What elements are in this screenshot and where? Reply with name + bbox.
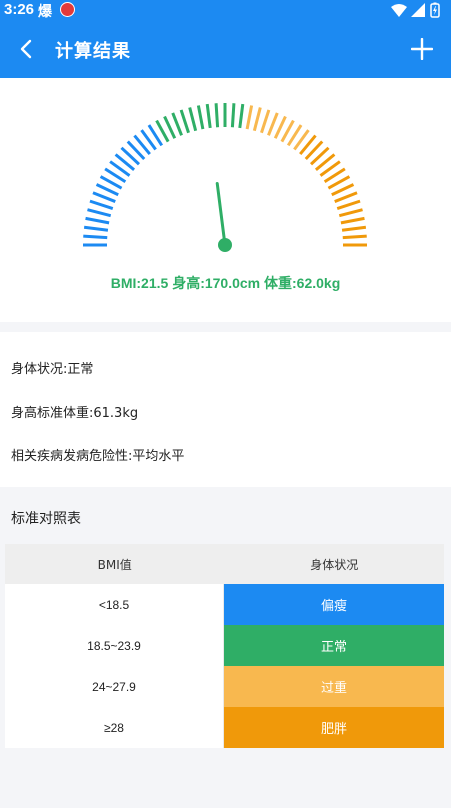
table-row: 18.5~23.9 正常: [5, 625, 444, 666]
gauge-tick: [83, 225, 109, 232]
gauge-needle: [215, 181, 227, 247]
gauge-tick: [334, 191, 358, 203]
gauge-tick: [340, 216, 365, 225]
app-bar: 计算结果: [0, 20, 451, 78]
header-status: 身体状况: [310, 557, 359, 572]
gauge-tick: [336, 199, 361, 210]
plus-icon: [411, 38, 433, 60]
signal-icon: [411, 3, 425, 17]
result-info-card: 身体状况:正常 身高标准体重:61.3kg 相关疾病发病危险性:平均水平: [0, 332, 451, 487]
bmi-range-cell: <18.5: [5, 584, 224, 625]
status-time: 3:26: [4, 1, 35, 18]
gauge-tick: [338, 208, 363, 218]
gauge-tick: [230, 103, 236, 128]
page-title: 计算结果: [55, 41, 131, 62]
header-bmi: BMI值: [97, 557, 132, 572]
gauge-tick: [238, 103, 245, 129]
reference-table-title: 标准对照表: [11, 511, 81, 527]
gauge-tick: [83, 234, 108, 240]
reference-table: BMI值 身体状况 <18.5 偏瘦 18.5~23.9 正常 24~27.9 …: [5, 544, 444, 748]
notification-badge-icon: [60, 2, 75, 17]
gauge-tick: [85, 216, 110, 225]
bmi-gauge-card: BMI:21.5 身高:170.0cm 体重:62.0kg: [0, 78, 451, 322]
gauge-ticks: [83, 103, 367, 247]
add-button[interactable]: [401, 28, 443, 70]
gauge-tick: [342, 234, 367, 240]
battery-icon: [430, 2, 440, 18]
table-header: BMI值 身体状况: [5, 544, 444, 584]
status-cell: 正常: [224, 625, 444, 666]
gauge-tick: [87, 208, 112, 218]
status-cell: 偏瘦: [224, 584, 444, 625]
gauge-tick: [92, 191, 116, 203]
bmi-range-cell: 24~27.9: [5, 666, 224, 707]
table-row: 24~27.9 过重: [5, 666, 444, 707]
gauge-tick: [341, 225, 367, 232]
body-status-text: 身体状况:正常: [11, 362, 94, 377]
gauge-tick: [260, 109, 271, 134]
gauge-tick: [171, 112, 183, 136]
table-row: ≥28 肥胖: [5, 707, 444, 748]
status-icons: [391, 2, 440, 18]
gauge-tick: [188, 107, 198, 132]
bmi-range-cell: 18.5~23.9: [5, 625, 224, 666]
gauge-tick: [245, 105, 254, 130]
gauge-tick: [89, 199, 114, 210]
chevron-left-icon: [20, 39, 32, 59]
status-bar: 3:26 爆: [0, 0, 451, 20]
status-notification-text: 爆: [38, 4, 52, 20]
bmi-gauge: [83, 103, 367, 252]
back-button[interactable]: [6, 28, 46, 70]
gauge-tick: [196, 105, 205, 130]
gauge-tick: [214, 103, 220, 128]
disease-risk-text: 相关疾病发病危险性:平均水平: [11, 449, 185, 464]
gauge-tick: [252, 107, 262, 132]
status-cell: 过重: [224, 666, 444, 707]
gauge-tick: [179, 109, 190, 134]
bmi-range-cell: ≥28: [5, 707, 224, 748]
gauge-tick: [205, 103, 212, 129]
reference-table-section: 标准对照表 BMI值 身体状况 <18.5 偏瘦 18.5~23.9 正常 24…: [0, 487, 451, 808]
gauge-needle-hub: [218, 238, 232, 252]
wifi-icon: [391, 4, 407, 17]
standard-weight-text: 身高标准体重:61.3kg: [11, 406, 139, 421]
bmi-summary: BMI:21.5 身高:170.0cm 体重:62.0kg: [110, 275, 341, 291]
table-row: <18.5 偏瘦: [5, 584, 444, 625]
status-cell: 肥胖: [224, 707, 444, 748]
gauge-tick: [267, 112, 279, 136]
